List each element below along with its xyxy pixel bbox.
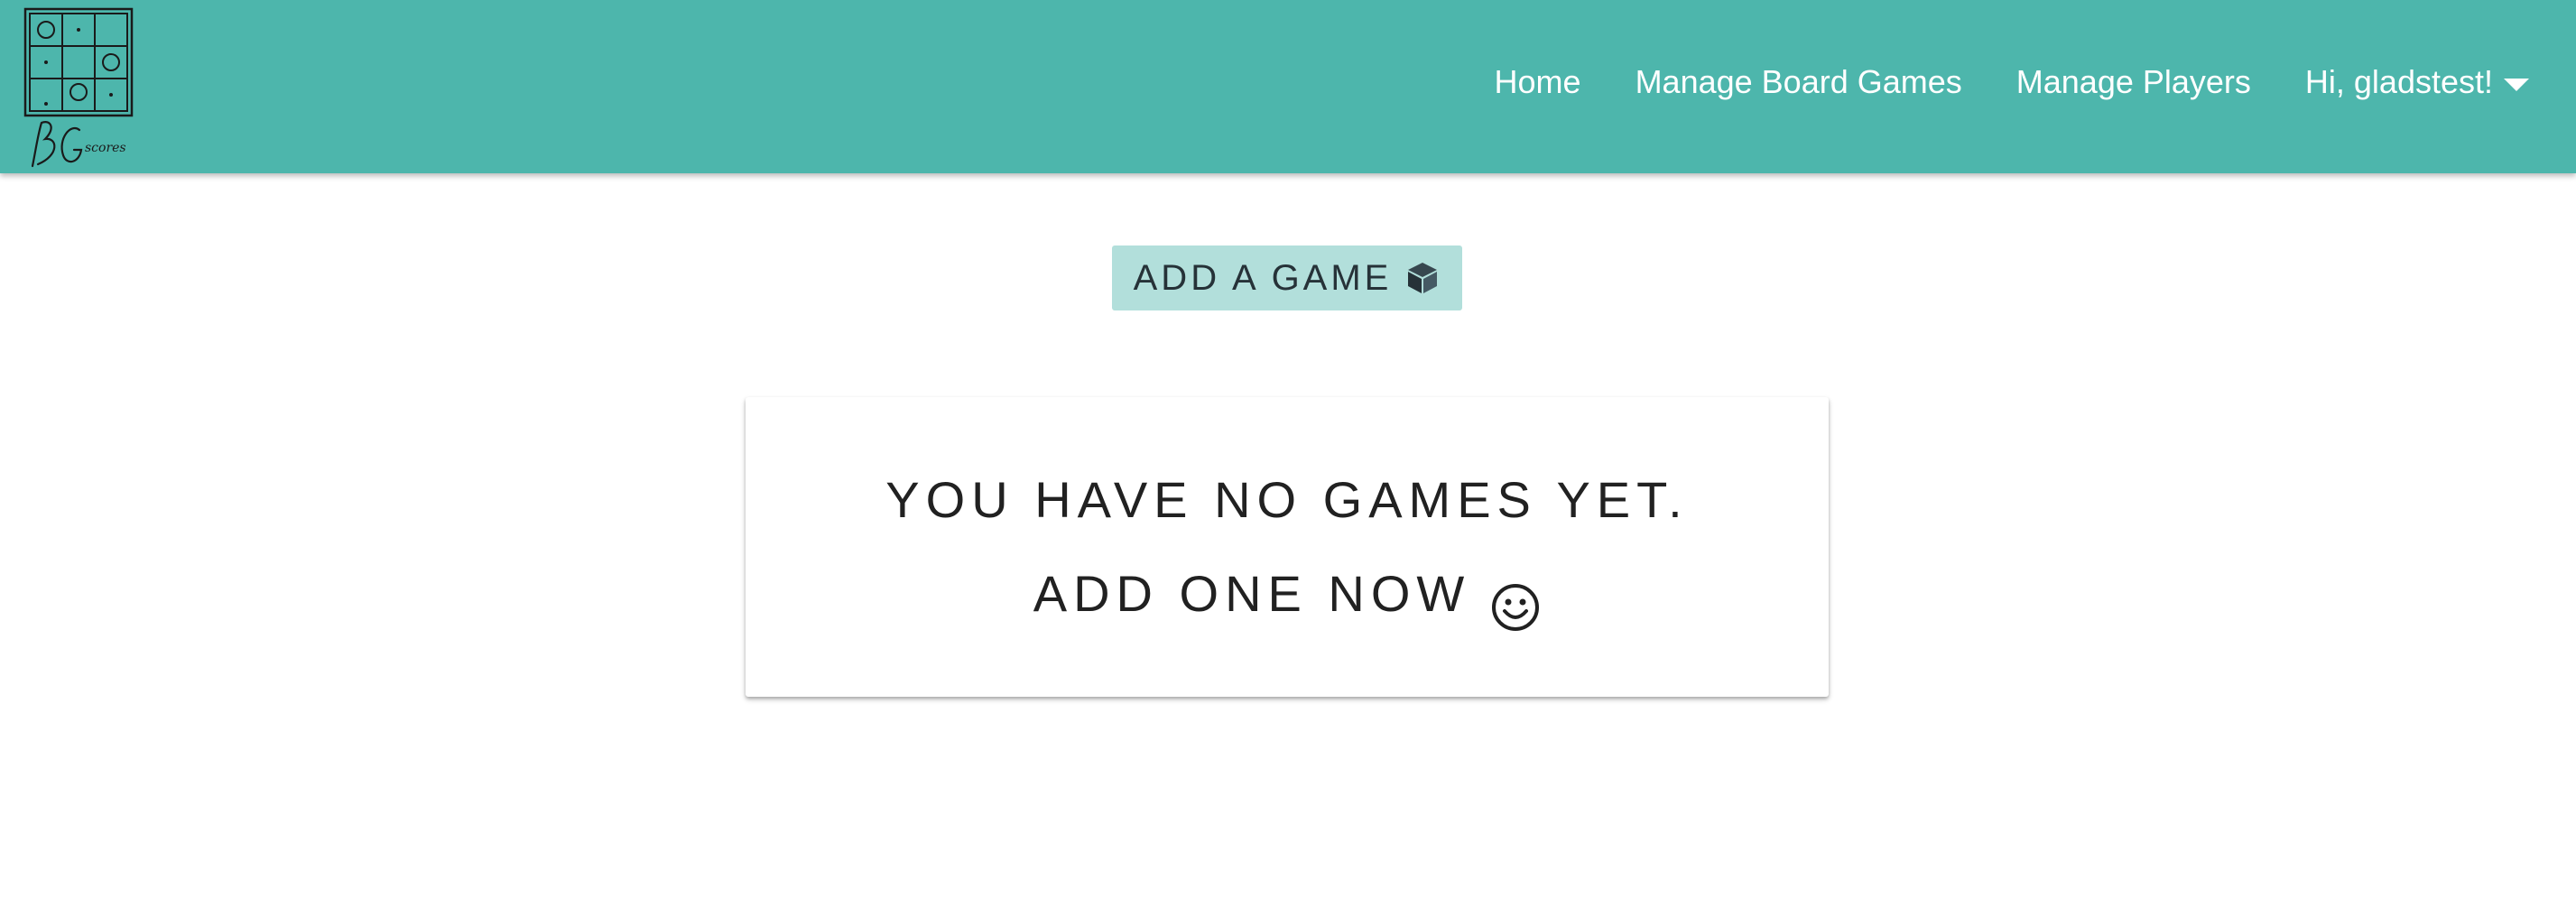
add-game-button[interactable]: ADD A GAME — [1112, 245, 1462, 310]
main-content: ADD A GAME YOU HAVE NO GAMES YET. ADD ON… — [0, 173, 2576, 917]
nav-home-label: Home — [1494, 63, 1581, 100]
caret-down-icon — [2504, 79, 2529, 91]
user-menu-dropdown[interactable]: Hi, gladstest! — [2278, 63, 2556, 101]
navbar: scores Home Manage Board Games Manage Pl… — [0, 0, 2576, 173]
bg-scores-logo[interactable]: scores — [20, 4, 139, 171]
empty-games-card: YOU HAVE NO GAMES YET. ADD ONE NOW — [746, 397, 1829, 697]
cube-icon — [1404, 260, 1441, 296]
smile-icon — [1490, 569, 1541, 631]
nav-manage-board-games-link[interactable]: Manage Board Games — [1608, 63, 1989, 101]
nav-links: Home Manage Board Games Manage Players H… — [1468, 0, 2556, 164]
empty-state-text-2: ADD ONE NOW — [1033, 565, 1471, 622]
svg-text:scores: scores — [85, 141, 126, 155]
logo-board-icon: scores — [23, 7, 134, 168]
nav-manage-board-games-label: Manage Board Games — [1635, 63, 1962, 100]
nav-manage-players-label: Manage Players — [2015, 63, 2251, 100]
empty-state-line-1: YOU HAVE NO GAMES YET. — [885, 453, 1688, 547]
empty-state-line-2: ADD ONE NOW — [1033, 547, 1542, 641]
empty-state-text-1: YOU HAVE NO GAMES YET. — [885, 471, 1689, 528]
nav-home-link[interactable]: Home — [1468, 63, 1608, 101]
nav-manage-players-link[interactable]: Manage Players — [1989, 63, 2278, 101]
add-game-label: ADD A GAME — [1133, 257, 1393, 298]
user-greeting: Hi, gladstest! — [2304, 63, 2493, 100]
